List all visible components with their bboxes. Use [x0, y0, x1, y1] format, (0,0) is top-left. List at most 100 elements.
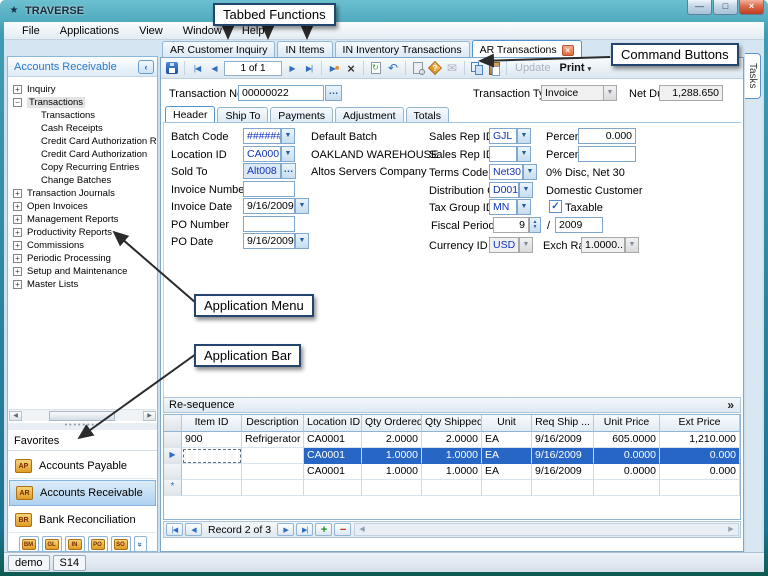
grid-next-button[interactable]: ▶	[277, 523, 294, 536]
po-date-dropdown-icon[interactable]: ▼	[295, 233, 309, 249]
expand-plus-icon[interactable]: +	[13, 241, 22, 250]
cell-unit-price[interactable]: 605.0000	[594, 432, 660, 448]
collapse-minus-icon[interactable]: −	[13, 98, 22, 107]
sold-to-lookup-button[interactable]: …	[281, 163, 296, 179]
expand-plus-icon[interactable]: +	[13, 254, 22, 263]
cell-qty-shipped[interactable]: 2.0000	[422, 432, 482, 448]
cell-unit[interactable]: EA	[482, 448, 532, 464]
help-button[interactable]: ?	[428, 60, 442, 76]
next-record-button[interactable]: ▶	[285, 60, 299, 76]
appbar-button-po[interactable]: PO	[88, 536, 108, 552]
appbar-overflow-icon[interactable]: »	[134, 536, 147, 552]
tree-item-inquiry[interactable]: +Inquiry	[8, 83, 157, 96]
cell-req-ship[interactable]: 9/16/2009	[532, 464, 594, 480]
tree-item-cc-auth[interactable]: Credit Card Authorization	[8, 148, 157, 161]
expand-plus-icon[interactable]: +	[13, 189, 22, 198]
menu-view[interactable]: View	[129, 23, 173, 39]
col-unit-price[interactable]: Unit Price	[594, 415, 660, 432]
refresh-button[interactable]: ↻	[369, 60, 383, 76]
cell-location-id[interactable]: CA0001	[304, 448, 362, 464]
copy-button[interactable]	[470, 60, 484, 76]
col-description[interactable]: Description	[242, 415, 304, 432]
cell-unit-price[interactable]: 0.0000	[594, 464, 660, 480]
appbar-button-bm[interactable]: BM	[19, 536, 39, 552]
last-record-button[interactable]: ▶|	[302, 60, 316, 76]
exch-rate-dropdown-icon[interactable]: ▼	[625, 237, 639, 253]
cell-unit-price[interactable]: 0.0000	[594, 448, 660, 464]
cell-ext-price[interactable]: 0.000	[660, 448, 740, 464]
menu-file[interactable]: File	[12, 23, 50, 39]
first-record-button[interactable]: |◀	[190, 60, 204, 76]
fiscal-period-input[interactable]: 9	[493, 217, 529, 233]
grid-last-button[interactable]: ▶|	[296, 523, 313, 536]
percent-1-input[interactable]: 0.000	[578, 128, 636, 144]
terms-code-dropdown-icon[interactable]: ▼	[523, 164, 537, 180]
title-bar[interactable]: ★ TRAVERSE — □ ×	[4, 2, 764, 20]
email-button[interactable]: ✉	[445, 60, 459, 76]
tree-item-productivity-reports[interactable]: +Productivity Reports	[8, 226, 157, 239]
col-ext-price[interactable]: Ext Price	[660, 415, 740, 432]
tasks-tab[interactable]: Tasks	[745, 53, 761, 99]
grid-row-2-selected[interactable]: ▶ CA0001 1.0000 1.0000 EA 9/16/2009 0.00…	[164, 448, 740, 464]
scrollbar-thumb[interactable]	[49, 411, 115, 421]
appbar-button-in[interactable]: IN	[65, 536, 85, 552]
col-qty-shipped[interactable]: Qty Shipped	[422, 415, 482, 432]
panel-splitter[interactable]: ••••••••	[8, 423, 157, 430]
distribution-code-dropdown-icon[interactable]: ▼	[519, 182, 533, 198]
sales-rep-2-combo[interactable]	[489, 146, 517, 162]
fiscal-year-input[interactable]: 2009	[555, 217, 603, 233]
sales-rep-1-combo[interactable]: GJL	[489, 128, 517, 144]
previous-record-button[interactable]: ◀	[207, 60, 221, 76]
tree-item-transactions[interactable]: −Transactions	[8, 96, 157, 109]
new-record-button[interactable]: ▶■	[327, 60, 341, 76]
tree-item-change-batches[interactable]: Change Batches	[8, 174, 157, 187]
location-id-combo[interactable]: CA0001	[243, 146, 281, 162]
tree-item-setup-maintenance[interactable]: +Setup and Maintenance	[8, 265, 157, 278]
tree-item-transactions-child[interactable]: Transactions	[8, 109, 157, 122]
col-item-id[interactable]: Item ID	[182, 415, 242, 432]
expand-grid-icon[interactable]: »	[727, 398, 734, 412]
po-date-input[interactable]: 9/16/2009	[243, 233, 295, 249]
tab-in-items[interactable]: IN Items	[277, 41, 332, 57]
cell-req-ship[interactable]: 9/16/2009	[532, 432, 594, 448]
tab-ship-to[interactable]: Ship To	[217, 107, 268, 123]
invoice-number-input[interactable]	[243, 181, 295, 197]
tree-item-cash-receipts[interactable]: Cash Receipts	[8, 122, 157, 135]
tree-horizontal-scrollbar[interactable]: ◀ ▶	[9, 409, 156, 421]
sales-rep-1-dropdown-icon[interactable]: ▼	[517, 128, 531, 144]
tab-totals[interactable]: Totals	[406, 107, 449, 123]
tree-item-management-reports[interactable]: +Management Reports	[8, 213, 157, 226]
expand-plus-icon[interactable]: +	[13, 85, 22, 94]
location-id-dropdown-icon[interactable]: ▼	[281, 146, 295, 162]
expand-plus-icon[interactable]: +	[13, 267, 22, 276]
undo-button[interactable]: ↶	[386, 60, 400, 76]
currency-id-combo[interactable]: USD	[489, 237, 519, 253]
cell-description[interactable]: Refrigerator - ...	[242, 432, 304, 448]
delete-record-button[interactable]: ×	[344, 60, 358, 76]
tab-adjustment[interactable]: Adjustment	[335, 107, 404, 123]
batch-code-combo[interactable]: ######	[243, 128, 281, 144]
cell-description[interactable]	[242, 464, 304, 480]
appbar-button-gl[interactable]: GL	[42, 536, 62, 552]
cell-item-id[interactable]: 900	[182, 432, 242, 448]
col-location-id[interactable]: Location ID	[304, 415, 362, 432]
cell-ext-price[interactable]: 1,210.000	[660, 432, 740, 448]
expand-plus-icon[interactable]: +	[13, 202, 22, 211]
cell-qty-shipped[interactable]: 1.0000	[422, 464, 482, 480]
col-unit[interactable]: Unit	[482, 415, 532, 432]
scroll-right-icon[interactable]: ▶	[724, 524, 738, 535]
cell-qty-shipped[interactable]: 1.0000	[422, 448, 482, 464]
paste-button[interactable]	[487, 60, 501, 76]
transaction-type-dropdown-icon[interactable]: ▼	[603, 85, 617, 101]
cell-req-ship[interactable]: 9/16/2009	[532, 448, 594, 464]
tab-header[interactable]: Header	[165, 106, 215, 123]
print-preview-button[interactable]	[411, 60, 425, 76]
sold-to-input[interactable]: Alt008	[243, 163, 281, 179]
grid-add-row-button[interactable]: +	[315, 523, 332, 536]
menu-applications[interactable]: Applications	[50, 23, 129, 39]
tree-item-periodic-processing[interactable]: +Periodic Processing	[8, 252, 157, 265]
grid-previous-button[interactable]: ◀	[185, 523, 202, 536]
po-number-input[interactable]	[243, 216, 295, 232]
row-selector[interactable]	[164, 432, 182, 448]
currency-dropdown-icon[interactable]: ▼	[519, 237, 533, 253]
